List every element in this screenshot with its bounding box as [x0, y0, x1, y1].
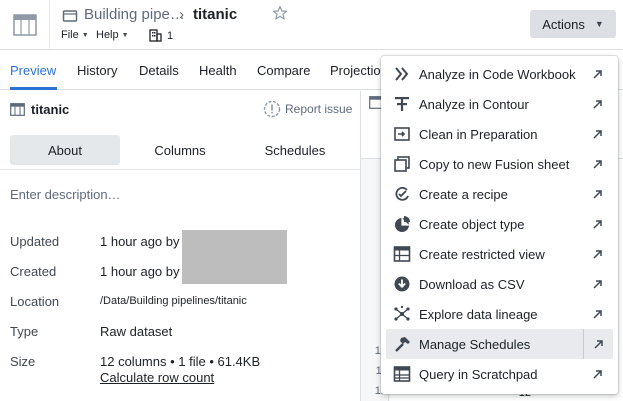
open-in-new-tab-icon[interactable]	[583, 89, 613, 119]
meta-label-location: Location	[10, 294, 60, 309]
help-menu-label: Help	[96, 29, 119, 41]
menu-item-clean-in-preparation[interactable]: Clean in Preparation	[386, 119, 613, 149]
menu-item-query-in-scratchpad[interactable]: Query in Scratchpad	[386, 359, 613, 389]
table-icon	[392, 364, 412, 384]
meta-value-created: 1 hour ago by	[100, 264, 180, 279]
menu-item-label: Explore data lineage	[419, 306, 538, 322]
report-issue-button[interactable]: Report issue	[263, 100, 352, 118]
segment-schedules[interactable]: Schedules	[240, 135, 350, 165]
menu-item-label: Create object type	[419, 216, 525, 232]
meta-label-size: Size	[10, 354, 36, 369]
menu-item-manage-schedules[interactable]: Manage Schedules	[386, 329, 613, 359]
star-icon[interactable]	[272, 5, 288, 21]
segment-about[interactable]: About	[10, 135, 120, 165]
open-in-new-tab-icon[interactable]	[583, 329, 613, 359]
menu-item-create-object-type[interactable]: Create object type	[386, 209, 613, 239]
tab-details[interactable]: Details	[139, 63, 179, 78]
open-in-new-tab-icon[interactable]	[583, 149, 613, 179]
segment-columns[interactable]: Columns	[125, 135, 235, 165]
menu-item-label: Analyze in Code Workbook	[419, 66, 576, 82]
report-issue-label: Report issue	[285, 102, 353, 116]
redacted-user	[182, 230, 287, 284]
menu-item-copy-to-new-fusion-sheet[interactable]: Copy to new Fusion sheet	[386, 149, 613, 179]
building-icon	[149, 29, 162, 42]
menu-item-create-restricted-view[interactable]: Create restricted view	[386, 239, 613, 269]
actions-button-label: Actions	[542, 16, 585, 32]
contour-icon	[392, 94, 412, 114]
restricted-view-icon	[392, 244, 412, 264]
menu-item-label: Copy to new Fusion sheet	[419, 156, 570, 172]
description-input[interactable]: Enter description…	[10, 187, 121, 202]
open-in-new-tab-icon[interactable]	[583, 209, 613, 239]
divider	[0, 169, 360, 170]
hammer-icon	[392, 334, 412, 354]
calculate-row-count-link[interactable]: Calculate row count	[100, 370, 214, 385]
menu-item-label: Analyze in Contour	[419, 96, 529, 112]
double-chevron-right-icon	[392, 64, 412, 84]
tab-history[interactable]: History	[77, 63, 117, 78]
menu-item-label: Download as CSV	[419, 276, 525, 292]
tab-projections[interactable]: Projectio	[330, 63, 381, 78]
page-title: titanic	[193, 6, 238, 23]
about-panel: titanic Report issue About Columns Sched…	[0, 91, 360, 401]
download-icon	[392, 274, 412, 294]
preparation-icon	[392, 124, 412, 144]
panel-title: titanic	[31, 102, 70, 117]
open-in-new-tab-icon[interactable]	[583, 359, 613, 389]
caret-down-icon: ▼	[121, 31, 129, 39]
meta-label-type: Type	[10, 324, 39, 339]
breadcrumb-folder[interactable]: Building pipe…	[84, 6, 185, 23]
meta-label-updated: Updated	[10, 234, 60, 249]
report-issue-icon	[263, 100, 281, 118]
active-tab-indicator	[10, 87, 57, 90]
menu-item-label: Create restricted view	[419, 246, 545, 262]
open-in-new-tab-icon[interactable]	[583, 239, 613, 269]
menu-item-analyze-in-code-workbook[interactable]: Analyze in Code Workbook	[386, 59, 613, 89]
meta-value-location[interactable]: /Data/Building pipelines/titanic	[100, 295, 247, 307]
menu-item-analyze-in-contour[interactable]: Analyze in Contour	[386, 89, 613, 119]
tab-health[interactable]: Health	[199, 63, 237, 78]
dataset-icon	[0, 0, 50, 50]
meta-label-created: Created	[10, 264, 57, 279]
object-type-icon	[392, 214, 412, 234]
dataset-icon	[10, 103, 25, 116]
branch-indicator[interactable]: 1	[149, 29, 173, 42]
actions-menu: Analyze in Code Workbook Analyze in Conto…	[381, 56, 618, 394]
app-header: Building pipe… › titanic File ▼ Help ▼ 1…	[0, 0, 623, 50]
actions-button[interactable]: Actions ▼	[530, 10, 616, 38]
help-menu[interactable]: Help ▼	[96, 29, 129, 41]
file-menu[interactable]: File ▼	[61, 29, 89, 41]
caret-down-icon: ▼	[81, 31, 89, 39]
breadcrumb-separator: ›	[179, 6, 184, 23]
menu-item-label: Create a recipe	[419, 186, 508, 202]
menu-item-label: Query in Scratchpad	[419, 366, 538, 382]
tab-preview[interactable]: Preview	[10, 63, 56, 78]
open-in-new-tab-icon[interactable]	[583, 119, 613, 149]
menu-item-create-a-recipe[interactable]: Create a recipe	[386, 179, 613, 209]
menu-item-label: Manage Schedules	[419, 336, 531, 352]
open-in-new-tab-icon[interactable]	[583, 59, 613, 89]
lineage-icon	[392, 304, 412, 324]
branch-count: 1	[167, 29, 174, 42]
meta-value-updated: 1 hour ago by	[100, 234, 180, 249]
folder-icon	[62, 10, 78, 22]
file-menu-label: File	[61, 29, 79, 41]
open-in-new-tab-icon[interactable]	[583, 179, 613, 209]
panel-segmented-control: About Columns Schedules	[10, 135, 350, 165]
menu-item-download-as-csv[interactable]: Download as CSV	[386, 269, 613, 299]
recipe-icon	[392, 184, 412, 204]
menu-item-explore-data-lineage[interactable]: Explore data lineage	[386, 299, 613, 329]
panel-header: titanic Report issue	[0, 91, 360, 127]
meta-value-type: Raw dataset	[100, 324, 173, 339]
caret-down-icon: ▼	[594, 19, 604, 29]
open-in-new-tab-icon[interactable]	[583, 299, 613, 329]
menu-item-label: Clean in Preparation	[419, 126, 538, 142]
open-in-new-tab-icon[interactable]	[583, 269, 613, 299]
tab-compare[interactable]: Compare	[257, 63, 310, 78]
duplicate-icon	[392, 154, 412, 174]
meta-value-size: 12 columns • 1 file • 61.4KB	[100, 354, 261, 369]
